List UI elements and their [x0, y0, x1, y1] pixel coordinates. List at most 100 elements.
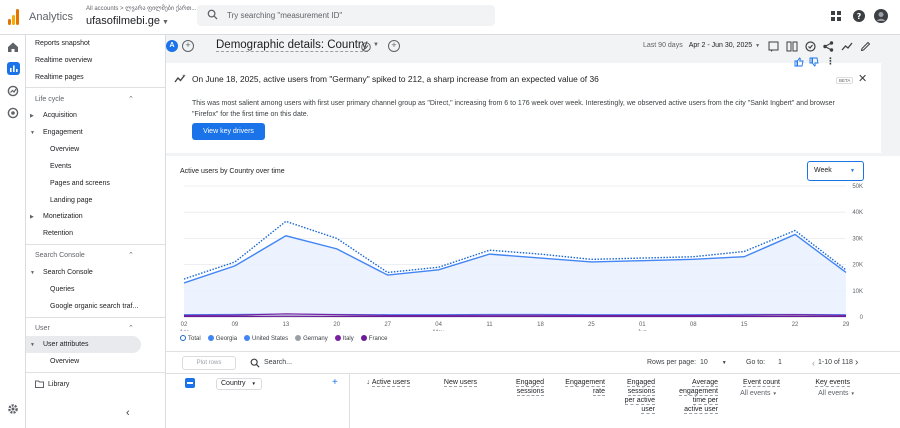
series-area-georgia — [184, 234, 846, 317]
page-info: 1-10 of 118 — [818, 359, 853, 366]
nav-user-overview[interactable]: Overview — [50, 358, 79, 365]
col-engagement-rate-label: Engagement rate — [565, 379, 605, 396]
add-dimension-icon[interactable]: + — [332, 377, 338, 388]
help-icon[interactable]: ? — [853, 10, 865, 22]
admin-gear-icon[interactable] — [7, 403, 19, 415]
y-tick-label: 0 — [860, 315, 864, 321]
close-icon[interactable]: ✕ — [858, 72, 867, 85]
thumbs-up-icon[interactable] — [794, 57, 804, 67]
select-all-checkbox[interactable] — [185, 378, 195, 388]
legend-item[interactable]: Georgia — [207, 335, 237, 342]
expand-down-icon[interactable]: ▼ — [30, 342, 35, 348]
nav-events[interactable]: Events — [50, 163, 71, 170]
nav-monetization[interactable]: Monetization — [43, 213, 83, 220]
pencil-icon[interactable] — [860, 41, 871, 52]
view-key-drivers-button[interactable]: View key drivers — [192, 123, 265, 140]
col-event-count[interactable]: Event count — [732, 378, 780, 387]
col-engaged-sessions-per-user-label: Engaged sessions per active user — [624, 379, 655, 414]
nav-engagement-overview[interactable]: Overview — [50, 146, 79, 153]
legend-item[interactable]: France — [360, 335, 387, 342]
nav-search-console[interactable]: Search Console — [43, 269, 93, 276]
edit-comparisons-icon[interactable] — [768, 41, 779, 52]
reports-icon[interactable] — [7, 62, 20, 75]
add-card-icon[interactable]: + — [388, 40, 400, 52]
legend-item[interactable]: Germany — [295, 335, 328, 342]
insight-card: On June 18, 2025, active users from "Ger… — [166, 56, 881, 153]
expand-down-icon[interactable]: ▼ — [30, 130, 35, 136]
beta-badge: BETA — [836, 77, 854, 84]
nav-landing-page[interactable]: Landing page — [50, 197, 92, 204]
goto-input[interactable]: 1 — [778, 359, 782, 366]
expand-right-icon[interactable]: ▶ — [30, 214, 34, 220]
apps-grid-icon[interactable] — [831, 11, 841, 21]
col-engaged-sessions-per-user[interactable]: Engaged sessions per active user — [616, 378, 655, 414]
section-life-cycle[interactable]: Life cycle — [35, 96, 64, 103]
legend-item[interactable]: Italy — [334, 335, 354, 342]
collapse-nav-icon[interactable]: ‹ — [126, 407, 130, 419]
col-avg-engagement-time[interactable]: Average engagement time per active user — [670, 378, 718, 414]
trend-icon[interactable] — [841, 41, 853, 52]
thumbs-down-icon[interactable] — [809, 57, 819, 67]
insights-check-icon[interactable] — [805, 41, 816, 52]
key-events-filter[interactable]: All events ▼ — [802, 389, 855, 398]
chevron-up-icon[interactable]: ⌃ — [128, 324, 134, 332]
check-circle-icon[interactable] — [361, 42, 371, 52]
folder-icon[interactable] — [35, 380, 44, 388]
account-breadcrumb[interactable]: All accounts > ლვარა ფილმები ქართ... — [86, 5, 196, 12]
chevron-up-icon[interactable]: ⌃ — [128, 95, 134, 103]
user-avatar[interactable] — [874, 9, 888, 23]
comparison-avatar[interactable]: A — [166, 40, 178, 52]
share-icon[interactable] — [823, 41, 834, 52]
dropdown-caret-icon: ▼ — [850, 168, 855, 174]
col-active-users[interactable]: ↓ Active users — [364, 378, 410, 387]
legend-item[interactable]: United States — [244, 335, 288, 342]
nav-engagement[interactable]: Engagement — [43, 129, 83, 136]
chevron-up-icon[interactable]: ⌃ — [128, 251, 134, 259]
analytics-logo[interactable] — [8, 9, 20, 25]
rows-per-page-select[interactable]: 10 ▼ — [700, 359, 727, 366]
legend-swatch — [244, 335, 251, 341]
nav-retention[interactable]: Retention — [43, 230, 73, 237]
nav-realtime-overview[interactable]: Realtime overview — [35, 57, 92, 64]
home-icon[interactable] — [7, 41, 19, 53]
expand-right-icon[interactable]: ▶ — [30, 113, 34, 119]
nav-queries[interactable]: Queries — [50, 286, 75, 293]
nav-google-organic[interactable]: Google organic search traf... — [50, 303, 138, 310]
section-search-console[interactable]: Search Console — [35, 252, 85, 259]
table-search-input[interactable]: Search... — [264, 359, 292, 366]
plot-rows-button[interactable]: Plot rows — [182, 356, 236, 370]
property-selector[interactable]: ufasofilmebi.ge ▼ — [86, 15, 169, 27]
legend-label: Italy — [342, 336, 354, 342]
col-new-users[interactable]: New users — [426, 378, 477, 387]
col-engagement-rate[interactable]: Engagement rate — [555, 378, 605, 396]
advertising-icon[interactable] — [7, 107, 19, 119]
legend-label: United States — [252, 336, 289, 342]
legend-item[interactable]: Total — [180, 335, 201, 342]
prev-page-icon[interactable]: ‹ — [812, 358, 815, 368]
nav-acquisition[interactable]: Acquisition — [43, 112, 77, 119]
nav-library[interactable]: Library — [48, 381, 69, 388]
nav-reports-snapshot[interactable]: Reports snapshot — [35, 40, 90, 47]
search-box[interactable]: Try searching "measurement ID" — [197, 5, 495, 26]
chart-title: Active users by Country over time — [180, 168, 285, 175]
more-vert-icon[interactable]: ⋮ — [826, 56, 835, 67]
col-key-events[interactable]: Key events — [802, 378, 850, 387]
nav-pages-and-screens[interactable]: Pages and screens — [50, 180, 110, 187]
nav-user-attributes[interactable]: User attributes — [43, 341, 89, 348]
interval-dropdown[interactable]: Week ▼ — [807, 161, 864, 181]
section-user[interactable]: User — [35, 325, 50, 332]
add-comparison-icon[interactable]: + — [182, 40, 194, 52]
divider — [166, 373, 900, 374]
x-tick-label: 11 — [486, 322, 493, 328]
expand-down-icon[interactable]: ▼ — [30, 270, 35, 276]
nav-realtime-pages[interactable]: Realtime pages — [35, 74, 84, 81]
y-tick-label: 30K — [852, 236, 863, 242]
col-engaged-sessions[interactable]: Engaged sessions — [496, 378, 544, 396]
next-page-icon[interactable]: › — [855, 357, 858, 368]
compare-columns-icon[interactable] — [786, 41, 798, 52]
caret-down-icon[interactable]: ▼ — [373, 42, 379, 48]
date-range-picker[interactable]: Last 90 days Apr 2 - Jun 30, 2025 ▼ — [643, 42, 760, 49]
dimension-selector[interactable]: Country ▼ — [216, 378, 262, 390]
event-count-filter[interactable]: All events ▼ — [732, 389, 777, 398]
explore-icon[interactable] — [7, 85, 19, 97]
